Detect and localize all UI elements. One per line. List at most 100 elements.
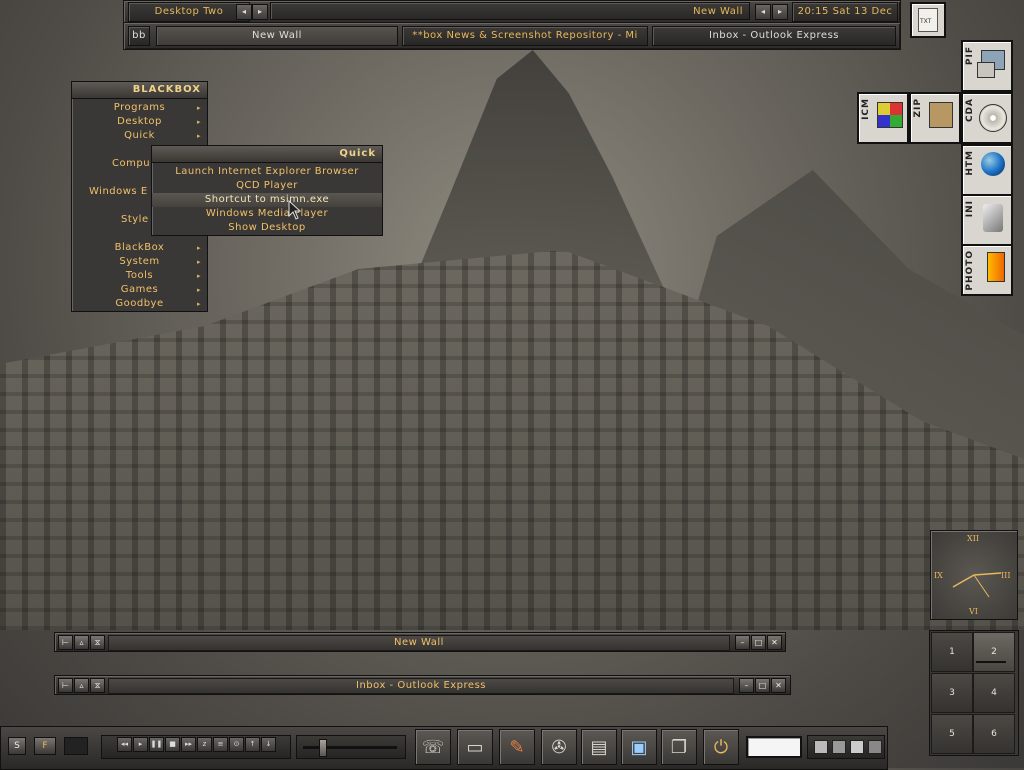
workspace-prev-button[interactable]: ◂ (236, 4, 252, 20)
rewind-button[interactable]: ◂◂ (117, 737, 132, 752)
menu-item-goodbye[interactable]: Goodbye ▸ (72, 297, 207, 311)
playlist-button[interactable]: ≡ (213, 737, 228, 752)
shade-button[interactable]: ▵ (74, 635, 89, 650)
maximize-button[interactable]: □ (755, 678, 770, 693)
pif-file-icon[interactable]: PIF (961, 40, 1013, 92)
minimize-button[interactable]: – (735, 635, 750, 650)
photo-file-icon[interactable]: PHOTO (961, 244, 1013, 296)
task-new-wall[interactable]: New Wall (156, 26, 398, 46)
menu-item-system[interactable]: System ▸ (72, 255, 207, 269)
options-button[interactable]: ⊙ (229, 737, 244, 752)
maximize-button[interactable]: □ (751, 635, 766, 650)
run-input[interactable] (746, 736, 802, 758)
clock-hands (952, 572, 1002, 598)
phone-icon[interactable]: ☏ (415, 729, 451, 765)
quick-item-msimn[interactable]: Shortcut to msimn.exe (152, 193, 382, 207)
pager-desktop-4[interactable]: 4 (973, 673, 1015, 713)
quick-menu-title: Quick (152, 146, 382, 163)
ini-file-icon[interactable]: INI (961, 194, 1013, 246)
monitor-icon[interactable]: ▣ (621, 729, 657, 765)
task-screenshot-repository[interactable]: **box News & Screenshot Repository - Mi (402, 26, 648, 46)
up-button[interactable]: ↑ (245, 737, 260, 752)
menu-item-label: Goodbye (115, 298, 164, 309)
pager-desktop-2[interactable]: 2 (973, 632, 1015, 672)
s-button[interactable]: S (8, 737, 26, 755)
submenu-arrow-icon: ▸ (196, 258, 201, 266)
menu-item-label: Quick (124, 130, 155, 141)
window-menu-button[interactable]: ⊢ (58, 635, 73, 650)
pager-desktop-5[interactable]: 5 (931, 714, 973, 754)
file-icon-label: PHOTO (965, 250, 975, 291)
workspace-label[interactable]: Desktop Two (128, 2, 250, 22)
minimize-button[interactable]: – (739, 678, 754, 693)
menu-item-label: System (119, 256, 160, 267)
close-button[interactable]: ✕ (767, 635, 782, 650)
tools-icon[interactable]: ✎ (499, 729, 535, 765)
tray-app-icon[interactable] (868, 740, 882, 754)
power-icon[interactable]: ⏻ (703, 729, 739, 765)
menu-item-desktop[interactable]: Desktop ▸ (72, 115, 207, 129)
pager-desktop-6[interactable]: 6 (973, 714, 1015, 754)
txt-file-icon[interactable]: TXT (910, 2, 946, 38)
tray-volume-icon[interactable] (832, 740, 846, 754)
stick-button[interactable]: ⧖ (90, 678, 105, 693)
cda-file-icon[interactable]: CDA (961, 92, 1013, 144)
menu-item-label: Tools (125, 270, 154, 281)
volume-thumb[interactable] (318, 739, 327, 757)
bb-button[interactable]: bb (128, 26, 150, 46)
mouse-cursor-icon (288, 200, 302, 220)
workspace-next-button[interactable]: ▸ (252, 4, 268, 20)
window-prev-button[interactable]: ◂ (755, 4, 771, 20)
film-reel-icon[interactable]: ✇ (541, 729, 577, 765)
pager-desktop-1[interactable]: 1 (931, 632, 973, 672)
play-button[interactable]: ▸ (133, 737, 148, 752)
close-button[interactable]: ✕ (771, 678, 786, 693)
tray-monitor-icon[interactable] (850, 740, 864, 754)
menu-item-programs[interactable]: Programs ▸ (72, 101, 207, 115)
window-inbox: ⊢ ▵ ⧖ Inbox - Outlook Express – □ ✕ (54, 675, 791, 695)
volume-slider[interactable] (296, 735, 406, 759)
submenu-arrow-icon: ▸ (196, 272, 201, 280)
stop-button[interactable]: ■ (165, 737, 180, 752)
z-button[interactable]: z (197, 737, 212, 752)
menu-item-tools[interactable]: Tools ▸ (72, 269, 207, 283)
drive-icon[interactable]: ▭ (457, 729, 493, 765)
volume-track (303, 746, 397, 749)
folder-icon[interactable]: ▤ (581, 729, 617, 765)
task-inbox[interactable]: Inbox - Outlook Express (652, 26, 896, 46)
window-next-button[interactable]: ▸ (772, 4, 788, 20)
quick-item-qcd[interactable]: QCD Player (152, 179, 382, 193)
f-button[interactable]: F (34, 737, 56, 755)
blank-button[interactable] (64, 737, 88, 755)
system-tray (807, 735, 885, 759)
menu-item-blackbox[interactable]: BlackBox ▸ (72, 241, 207, 255)
zip-file-icon[interactable]: ZIP (909, 92, 961, 144)
stick-button[interactable]: ⧖ (90, 635, 105, 650)
htm-file-icon[interactable]: HTM (961, 144, 1013, 196)
menu-item-label: Compu (112, 158, 151, 169)
desktop-pager: 1 2 3 4 5 6 (929, 630, 1019, 756)
menu-item-games[interactable]: Games ▸ (72, 283, 207, 297)
forward-button[interactable]: ▸▸ (181, 737, 196, 752)
icm-file-icon[interactable]: ICM (857, 92, 909, 144)
tray-network-icon[interactable] (814, 740, 828, 754)
quick-item-ie[interactable]: Launch Internet Explorer Browser (152, 165, 382, 179)
menu-item-quick[interactable]: Quick ▸ (72, 129, 207, 143)
quick-item-show-desktop[interactable]: Show Desktop (152, 221, 382, 235)
down-button[interactable]: ↓ (261, 737, 276, 752)
file-icon-label: CDA (965, 98, 975, 123)
window-title[interactable]: Inbox - Outlook Express (108, 678, 734, 694)
window-menu-button[interactable]: ⊢ (58, 678, 73, 693)
cards-icon[interactable]: ❐ (661, 729, 697, 765)
pause-button[interactable]: ❚❚ (149, 737, 164, 752)
file-icon-label: ZIP (913, 98, 923, 118)
file-icon-label: HTM (965, 150, 975, 176)
shade-button[interactable]: ▵ (74, 678, 89, 693)
pager-desktop-3[interactable]: 3 (931, 673, 973, 713)
menu-item-label: Programs (113, 102, 166, 113)
window-title[interactable]: New Wall (108, 635, 730, 651)
submenu-arrow-icon: ▸ (196, 104, 201, 112)
menu-item-label: Style (121, 214, 149, 225)
pager-label: 2 (991, 647, 997, 657)
quick-item-wmp[interactable]: Windows Media Player (152, 207, 382, 221)
